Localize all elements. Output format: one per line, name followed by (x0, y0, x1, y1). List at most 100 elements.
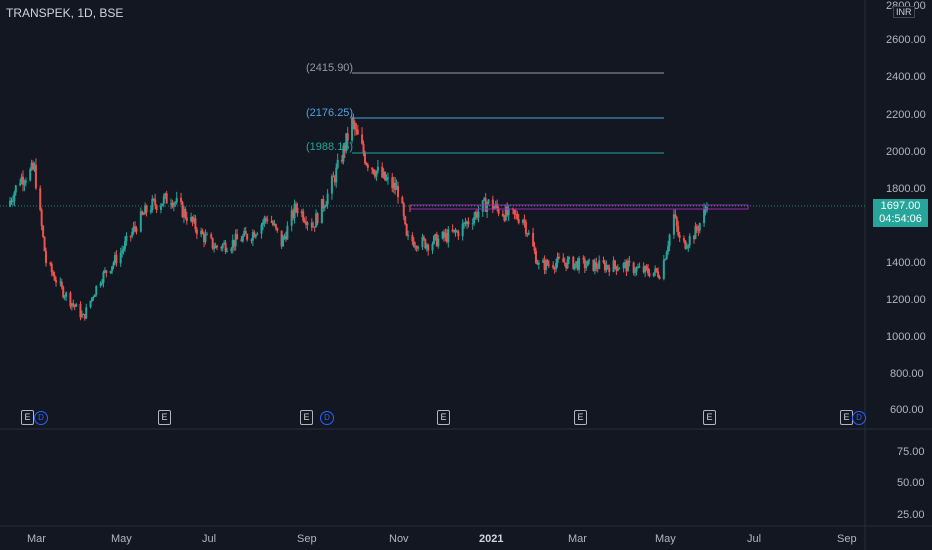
candle-body (407, 235, 410, 237)
candle-body (372, 169, 375, 174)
earnings-badge-4[interactable]: E (437, 410, 450, 425)
candle-body (602, 260, 605, 263)
candle-body (306, 222, 309, 225)
candle-body (11, 201, 14, 203)
candle-body (44, 251, 47, 264)
candle-body (582, 257, 585, 260)
candle-body (89, 300, 92, 308)
candle-body (356, 129, 359, 135)
candle-body (276, 227, 279, 231)
candle-body (43, 236, 46, 252)
candle-body (115, 254, 118, 264)
candle-body (685, 247, 688, 249)
dividend-badge-3[interactable]: D (852, 411, 866, 425)
candle-body (185, 217, 188, 221)
candle-body (124, 241, 127, 249)
candle-body (129, 235, 132, 237)
candle-body (385, 178, 388, 181)
candle-body (335, 167, 338, 183)
candle-body (141, 211, 144, 215)
price-chart[interactable]: (2415.90) (2176.25) (1988.15) 2800.00 26… (0, 0, 932, 550)
symbol-title[interactable]: TRANSPEK, 1D, BSE (6, 6, 123, 20)
dividend-badge-2[interactable]: D (320, 411, 334, 425)
candle-body (695, 226, 698, 230)
candle-body (562, 258, 565, 263)
earnings-badge-2[interactable]: E (158, 410, 171, 425)
candle-body (296, 207, 299, 214)
candle-body (52, 272, 55, 276)
candle-body (677, 226, 680, 236)
candle-body (50, 263, 53, 273)
time-label-may: May (111, 533, 132, 545)
candle-body (402, 203, 405, 217)
candle-body (155, 205, 158, 211)
candle-body (477, 211, 480, 218)
candle-body (270, 221, 273, 223)
candle-body (662, 260, 665, 279)
candle-body (645, 266, 648, 269)
price-tick-600: 600.00 (890, 404, 924, 416)
candle-body (42, 225, 45, 237)
candle-body (125, 235, 128, 242)
candle-body (371, 167, 374, 170)
earnings-badge-3[interactable]: E (300, 410, 313, 425)
candle-body (678, 235, 681, 239)
candle-body (461, 223, 464, 237)
candle-body (401, 197, 404, 204)
candle-body (405, 224, 408, 236)
current-price-tag: 1697.00 04:54:06 (873, 199, 928, 227)
time-label-jul: Jul (202, 533, 216, 545)
candle-body (63, 296, 66, 298)
candle-body (322, 199, 325, 209)
candle-body (29, 169, 32, 181)
candle-body (112, 262, 115, 267)
candle-body (134, 226, 137, 229)
candle-body (24, 180, 27, 183)
candle-body (675, 217, 678, 227)
candle-body (330, 176, 333, 194)
price-tick-1400: 1400.00 (886, 257, 926, 269)
candle-body (241, 236, 244, 242)
candle-body (513, 209, 516, 214)
earnings-badge-1[interactable]: E (21, 410, 34, 425)
candle-body (205, 234, 208, 236)
candle-body (598, 260, 601, 269)
candle-body (523, 219, 526, 222)
candle-body (672, 214, 675, 235)
candle-body (578, 257, 581, 270)
candle-body (613, 260, 616, 267)
candle-body (159, 205, 162, 211)
candle-body (552, 264, 555, 268)
candle-body (411, 235, 414, 242)
candle-body (131, 231, 134, 236)
candle-body (336, 159, 339, 168)
candle-body (261, 222, 264, 225)
candle-body (667, 245, 670, 252)
candle-body (471, 222, 474, 225)
candle-body (195, 229, 198, 235)
candle-body (55, 280, 58, 283)
candle-body (254, 234, 257, 238)
candle-body (85, 307, 88, 319)
candle-body (547, 264, 550, 266)
price-tick-1000: 1000.00 (886, 331, 926, 343)
dividend-badge-1[interactable]: D (34, 411, 48, 425)
candle-body (658, 276, 661, 279)
candle-body (638, 266, 641, 268)
candle-body (62, 286, 65, 298)
candle-body (72, 303, 75, 306)
candle-body (608, 267, 611, 272)
candle-body (65, 292, 68, 297)
candle-body (534, 250, 537, 264)
candle-body (154, 199, 157, 206)
candle-body (184, 208, 187, 218)
earnings-badge-6[interactable]: E (703, 410, 716, 425)
earnings-badge-5[interactable]: E (574, 410, 587, 425)
candle-body (366, 164, 369, 168)
candle-body (102, 272, 105, 283)
candle-body (566, 259, 569, 269)
candle-body (516, 213, 519, 220)
price-tick-2000: 2000.00 (886, 146, 926, 158)
candle-body (481, 200, 484, 212)
current-price: 1697.00 (880, 200, 921, 212)
